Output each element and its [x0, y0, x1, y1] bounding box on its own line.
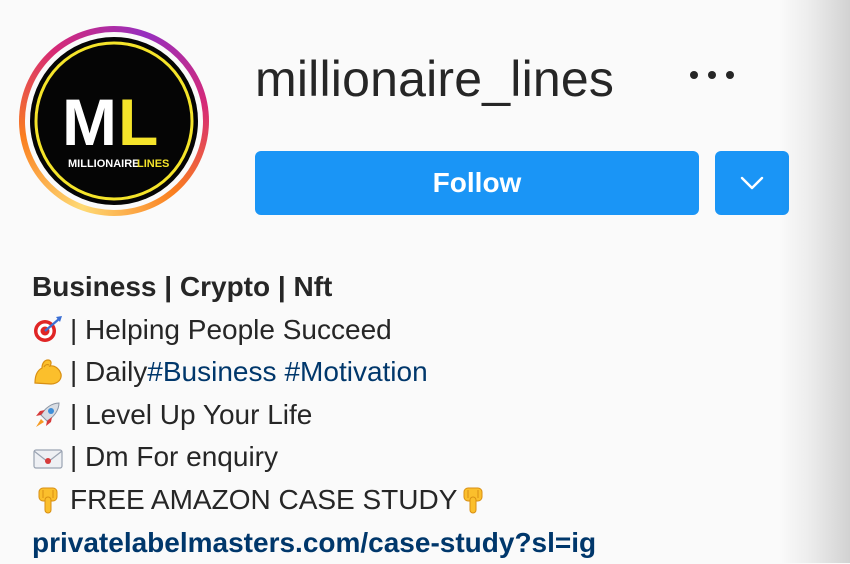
- more-dot: [726, 71, 734, 79]
- suggested-accounts-button[interactable]: [715, 151, 789, 215]
- backhand-pointing-down-icon: [457, 485, 489, 515]
- follow-button[interactable]: Follow: [255, 151, 699, 215]
- story-ring[interactable]: M L MILLIONAIRE LINES: [19, 26, 209, 216]
- backhand-pointing-down-icon: [32, 485, 64, 515]
- bio-line-5: FREE AMAZON CASE STUDY: [32, 479, 792, 522]
- bio-name: Business | Crypto | Nft: [32, 271, 333, 302]
- avatar[interactable]: M L MILLIONAIRE LINES: [30, 37, 198, 205]
- profile-username: millionaire_lines: [255, 51, 615, 107]
- bio-line-5-text: FREE AMAZON CASE STUDY: [70, 483, 458, 515]
- bio-name-row: Business | Crypto | Nft: [32, 266, 792, 309]
- bio-line-3-text: | Level Up Your Life: [70, 398, 313, 430]
- bio-line-1: | Helping People Succeed: [32, 309, 792, 352]
- avatar-monogram-m: M: [62, 85, 117, 159]
- bio-link-row: privatelabelmasters.com/case-study?sl=ig: [32, 522, 792, 564]
- envelope-icon: [32, 443, 64, 473]
- avatar-logo: M L MILLIONAIRE LINES: [34, 41, 194, 201]
- website-link[interactable]: privatelabelmasters.com/case-study?sl=ig: [32, 522, 596, 564]
- bio-line-4-text: | Dm For enquiry: [70, 441, 278, 473]
- avatar-word-millionaire: MILLIONAIRE: [68, 158, 140, 170]
- flexed-biceps-icon: [32, 357, 64, 387]
- direct-hit-icon: [32, 315, 64, 345]
- more-dot: [690, 71, 698, 79]
- chevron-down-icon: [740, 176, 764, 190]
- more-options-icon[interactable]: [688, 60, 738, 92]
- avatar-word-lines: LINES: [137, 158, 169, 170]
- hashtag-link[interactable]: #Motivation: [284, 351, 427, 394]
- more-dot: [708, 71, 716, 79]
- rocket-icon: [32, 400, 64, 430]
- bio-line-3: | Level Up Your Life: [32, 394, 792, 437]
- bio-line-2: | Daily #Business #Motivation: [32, 351, 792, 394]
- profile-bio: Business | Crypto | Nft | Helping People…: [32, 266, 792, 564]
- bio-line-4: | Dm For enquiry: [32, 436, 792, 479]
- bio-line-1-text: | Helping People Succeed: [70, 313, 392, 345]
- bio-line-2-text: | Daily: [70, 356, 148, 388]
- hashtag-link[interactable]: #Business: [147, 351, 276, 394]
- avatar-monogram-l: L: [118, 85, 158, 159]
